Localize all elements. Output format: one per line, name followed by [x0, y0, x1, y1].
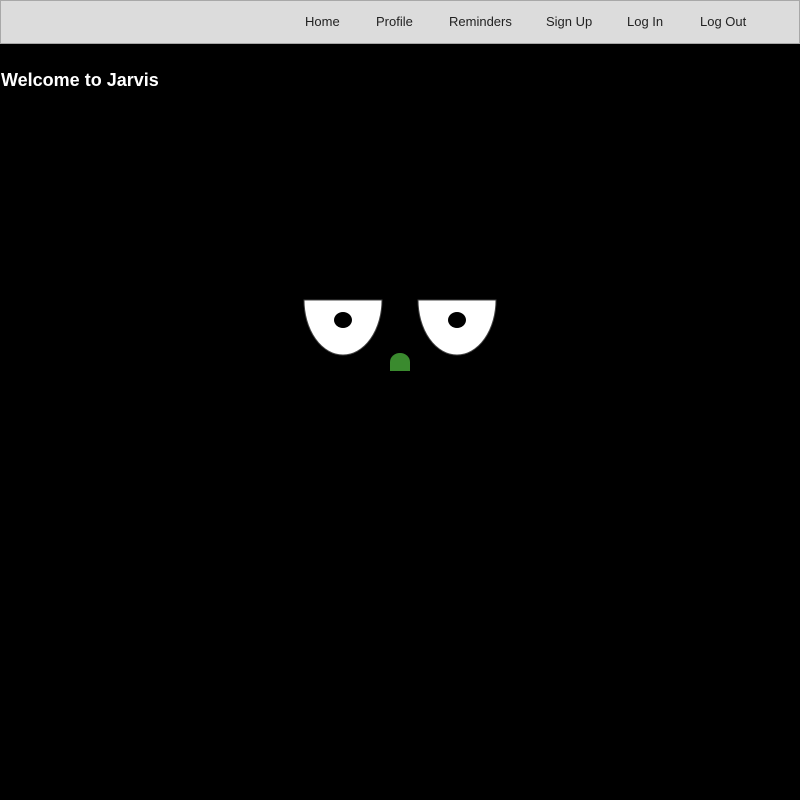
nav-log-out-link[interactable]: Log Out	[700, 14, 746, 29]
right-pupil	[448, 312, 466, 328]
nose	[390, 353, 410, 371]
jarvis-face-graphic	[303, 299, 497, 371]
top-navbar: Home Profile Reminders Sign Up Log In Lo…	[0, 0, 800, 44]
nav-home-link[interactable]: Home	[305, 14, 340, 29]
nav-profile-link[interactable]: Profile	[376, 14, 413, 29]
nav-log-in-link[interactable]: Log In	[627, 14, 663, 29]
page-title: Welcome to Jarvis	[1, 70, 159, 90]
jarvis-face	[300, 296, 500, 376]
nav-sign-up-link[interactable]: Sign Up	[546, 14, 592, 29]
left-pupil	[334, 312, 352, 328]
nav-reminders-link[interactable]: Reminders	[449, 14, 512, 29]
